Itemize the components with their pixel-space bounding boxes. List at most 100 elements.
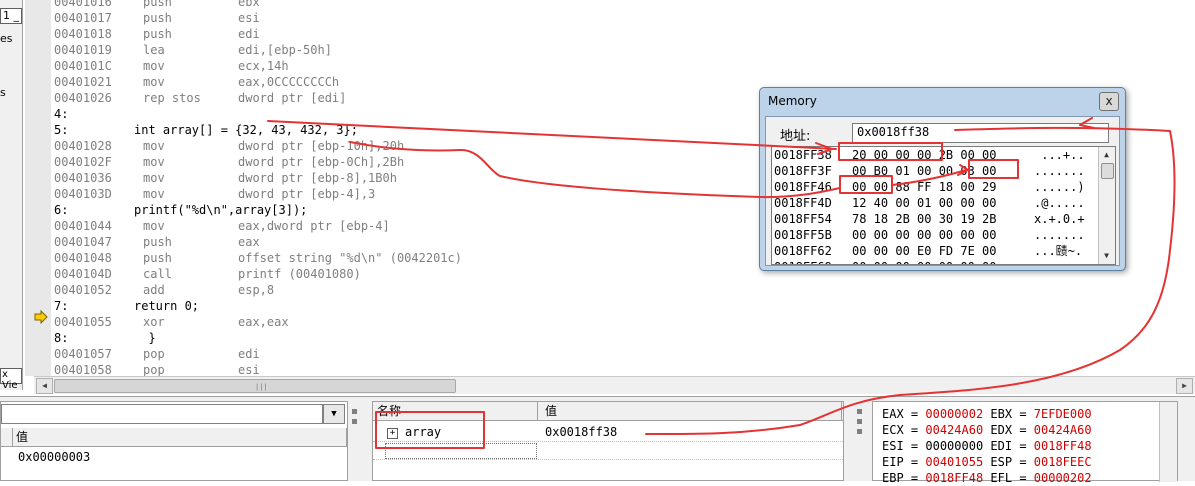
watch-panel: 名称 值 + array 0x0018ff38 [372,401,844,481]
asm-operands: printf (00401080) [238,267,361,281]
scroll-thumb[interactable]: ||| [54,379,456,393]
asm-address: 00401018 [54,27,112,41]
asm-address: 0040102F [54,155,112,169]
register-value: 00424A60 [925,423,984,437]
asm-mnemonic: mov [143,187,165,201]
watch-row[interactable]: + array 0x0018ff38 [373,424,843,442]
disassembly-hscrollbar[interactable]: ◀ ||| ▶ [34,376,1195,394]
memory-bytes: 78 18 2B 00 30 19 2B [852,212,997,226]
source-line-number: 5: [54,123,69,137]
source-code: printf("%d\n",array[3]); [134,203,308,217]
variables-header: 值 [1,428,347,447]
register-value: 00000002 [925,407,984,421]
asm-address: 00401021 [54,75,112,89]
memory-scroll-thumb[interactable] [1101,163,1114,179]
source-code: int array[] = {32, 43, 432, 3}; [134,123,358,137]
source-code: } [134,331,156,345]
chevron-down-icon[interactable]: ▼ [323,404,345,424]
close-button[interactable]: x [1099,92,1119,111]
register-value: 00000202 [1033,471,1092,485]
panel-splitter[interactable] [846,397,866,481]
register-name: EDI [990,439,1013,453]
memory-ascii: ....... [1034,228,1085,242]
memory-bytes: 00 00 88 FF 18 00 29 [852,180,997,194]
memory-ascii: ...赜~. [1034,244,1083,258]
asm-operands: esi [238,11,260,25]
asm-mnemonic: mov [143,59,165,73]
memory-address: 0018FF4D [774,196,832,210]
asm-address: 00401019 [54,43,112,57]
registers-vscrollbar[interactable] [1159,402,1177,482]
scroll-left-button[interactable]: ◀ [36,378,53,394]
register-row: ESI = 00000000 EDI = 0018FF48 [882,439,1092,453]
asm-operands: offset string "%d\n" (0042201c) [238,251,462,265]
address-value: 0x0018ff38 [857,125,930,139]
asm-address: 00401052 [54,283,112,297]
watch-header: 名称 值 [373,402,843,421]
bottom-dock: ▼ 值 0x00000003 名称 值 + array 0x0018ff38 E… [0,396,1195,485]
asm-mnemonic: xor [143,315,165,329]
memory-ascii: ....... [1034,164,1085,178]
asm-address: 0040104D [54,267,112,281]
memory-ascii: ...+.. [1034,148,1085,162]
memory-address: 0018FF3F [774,164,832,178]
registers-panel: EAX = 00000002 EBX = 7EFDE000 ECX = 00424… [872,401,1178,485]
register-row: EAX = 00000002 EBX = 7EFDE000 [882,407,1092,421]
left-panel-tab[interactable]: x Vie [0,368,22,391]
watch-name-column[interactable]: 名称 [373,402,538,420]
memory-vscrollbar[interactable]: ▲ ▼ [1098,147,1115,264]
asm-address: 0040101C [54,59,112,73]
memory-bytes: 00 00 00 00 00 00 00 [852,259,997,264]
scroll-down-button[interactable]: ▼ [1100,249,1113,263]
asm-operands: dword ptr [edi] [238,91,347,105]
watch-empty-row[interactable] [373,442,843,460]
asm-mnemonic: mov [143,139,165,153]
source-code: return 0; [134,299,200,313]
watch-value-column[interactable]: 值 [541,402,842,420]
memory-address: 0018FF38 [774,148,832,162]
source-line-number: 6: [54,203,69,217]
address-input[interactable]: 0x0018ff38 [852,123,1109,143]
scroll-up-button[interactable]: ▲ [1100,148,1113,162]
asm-mnemonic: push [143,27,172,41]
memory-ascii: x.+.0.+ [1034,212,1085,226]
asm-operands: ecx,14h [238,59,289,73]
variables-name-column[interactable] [1,428,13,446]
register-name: EDX [990,423,1013,437]
asm-operands: dword ptr [ebp-10h],20h [238,139,405,153]
expand-icon[interactable]: + [387,428,398,439]
asm-mnemonic: push [143,251,172,265]
memory-ascii: ......) [1034,180,1085,194]
register-name: EBX [990,407,1013,421]
asm-operands: eax,eax [238,315,289,329]
memory-bytes: 12 40 00 01 00 00 00 [852,196,997,210]
watch-new-entry[interactable] [385,443,537,459]
left-panel-field[interactable]: 1 _ [0,8,22,24]
context-combo[interactable] [1,404,323,424]
asm-operands: edi [238,347,260,361]
asm-mnemonic: mov [143,171,165,185]
register-value: 7EFDE000 [1033,407,1092,421]
register-name: EAX [882,407,904,421]
variables-value-column[interactable]: 值 [13,428,347,446]
asm-address: 00401055 [54,315,112,329]
panel-splitter[interactable] [350,397,360,481]
memory-dump[interactable]: 0018FF38 20 00 00 00 2B 00 00 ...+.. 0018F… [771,146,1116,265]
memory-address: 0018FF54 [774,212,832,226]
left-fragment-3: s [0,86,6,99]
memory-client: 地址: 0x0018ff38 0018FF38 20 00 00 00 2B 00… [765,116,1120,266]
asm-mnemonic: call [143,267,172,281]
scroll-right-button[interactable]: ▶ [1176,378,1193,394]
scroll-grip-icon: ||| [255,383,268,391]
register-name: ESP [990,455,1013,469]
register-name: ESI [882,439,904,453]
asm-mnemonic: add [143,283,165,297]
memory-address: 0018FF62 [774,244,832,258]
asm-mnemonic: push [143,0,172,9]
asm-operands: eax [238,235,260,249]
register-row: EIP = 00401055 ESP = 0018FEEC [882,455,1092,469]
asm-address: 00401017 [54,11,112,25]
register-name: ECX [882,423,904,437]
asm-operands: edi,[ebp-50h] [238,43,332,57]
memory-address: 0018FF46 [774,180,832,194]
